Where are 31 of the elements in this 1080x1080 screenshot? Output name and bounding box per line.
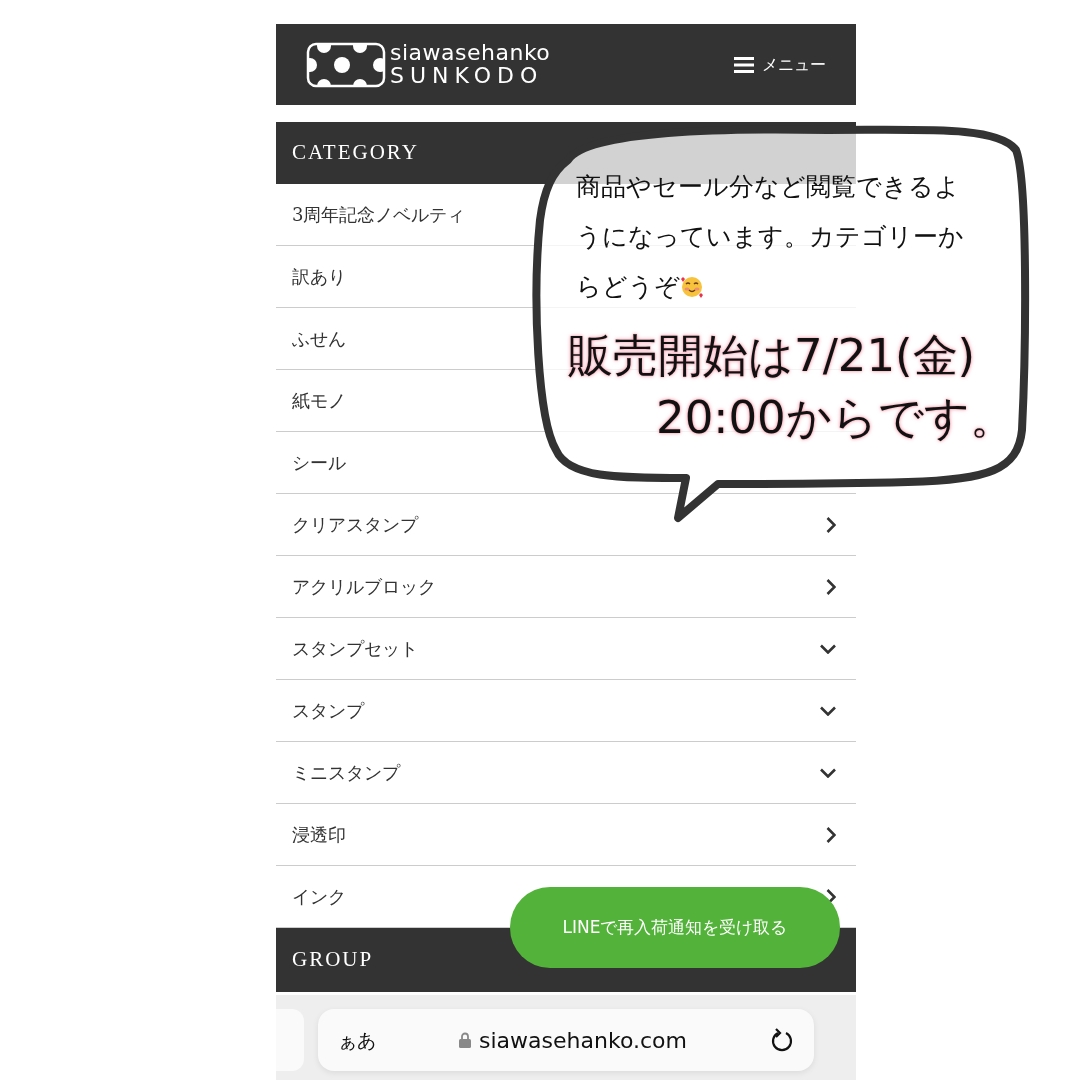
category-item[interactable]: 3周年記念ノベルティ (292, 201, 466, 228)
address-bar[interactable]: ぁあ siawasehanko.com (318, 1009, 814, 1071)
smiling-face-icon (680, 275, 704, 299)
chevron-right-icon (826, 578, 836, 595)
url-text: siawasehanko.com (479, 1026, 687, 1055)
category-item[interactable]: インク (292, 883, 346, 910)
category-item[interactable]: 浸透印 (292, 821, 346, 848)
chevron-right-icon (826, 826, 836, 843)
chevron-right-icon (826, 516, 836, 533)
chevron-down-icon (820, 767, 836, 778)
category-item[interactable]: 紙モノ (292, 387, 346, 414)
headline-text: 販売開始は7/21(金) (568, 328, 976, 384)
chevron-down-icon (820, 705, 836, 716)
category-item[interactable]: スタンプセット (292, 635, 418, 662)
category-item[interactable]: ミニスタンプ (292, 759, 400, 786)
category-item[interactable]: 訳あり (292, 263, 346, 290)
category-item[interactable]: スタンプ (292, 697, 364, 724)
chevron-down-icon (820, 643, 836, 654)
reload-icon[interactable] (770, 1027, 794, 1053)
menu-button[interactable]: メニュー (734, 52, 826, 77)
logo-text: siawasehanko (390, 41, 551, 64)
logo-text: SUNKODO (390, 63, 545, 88)
category-item[interactable]: ふせん (292, 325, 346, 352)
category-item[interactable]: アクリルブロック (292, 573, 436, 600)
text-size-button[interactable]: ぁあ (338, 1025, 376, 1055)
lock-icon (459, 1032, 472, 1048)
polka-dot-logo-icon (306, 41, 386, 88)
headline-text: 20:00からです。 (656, 390, 1015, 446)
category-item[interactable]: シール (292, 449, 346, 476)
menu-icon (734, 56, 754, 73)
category-item[interactable]: クリアスタンプ (292, 511, 418, 538)
